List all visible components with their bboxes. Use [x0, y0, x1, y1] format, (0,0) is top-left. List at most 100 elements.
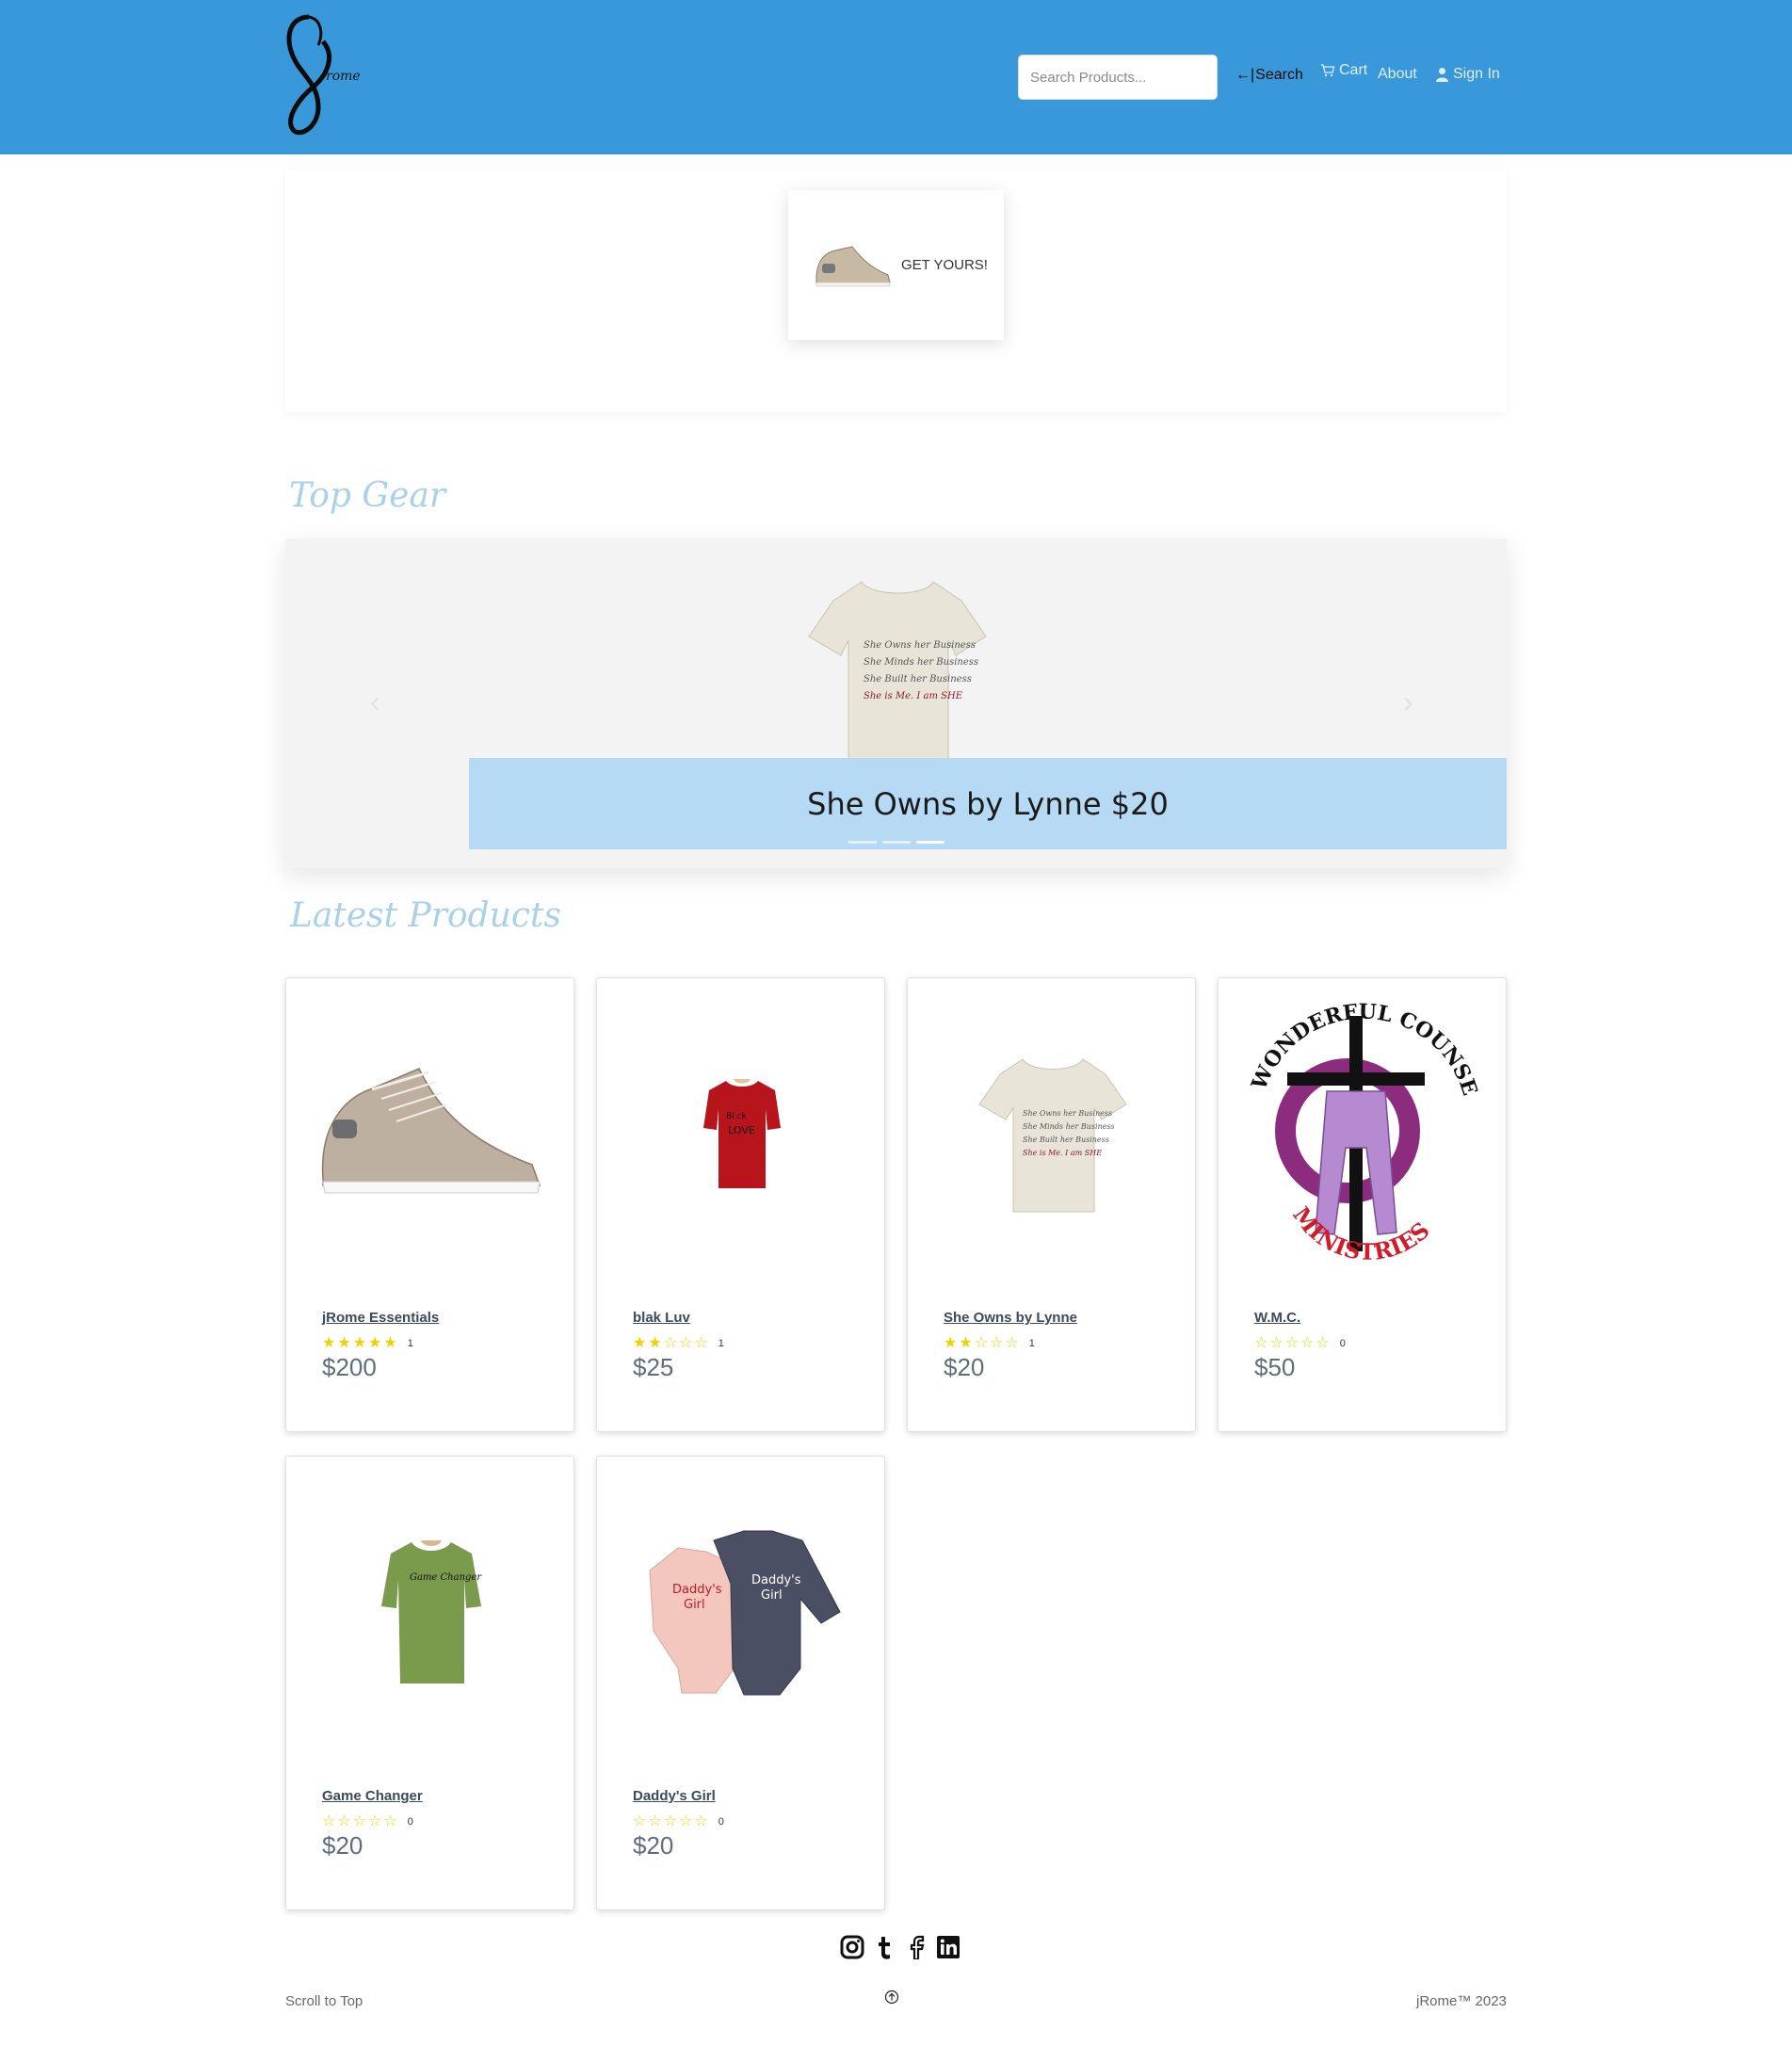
product-name-link[interactable]: blak Luv [633, 1310, 690, 1326]
product-image[interactable]: Daddy's Girl Daddy's Girl [597, 1457, 886, 1767]
product-price: $25 [633, 1353, 674, 1381]
product-card[interactable]: Game Changer Game Changer ☆ ☆ ☆ ☆ ☆ 0 $2… [285, 1456, 574, 1910]
star-empty-icon: ☆ [679, 1335, 693, 1351]
carousel-next-arrow[interactable]: › [1403, 685, 1413, 719]
star-empty-icon: ☆ [352, 1813, 367, 1829]
promo-cta-text: GET YOURS! [901, 257, 988, 273]
svg-text:She Minds her Business: She Minds her Business [1023, 1122, 1115, 1131]
svg-text:Daddy's: Daddy's [751, 1573, 801, 1587]
product-image[interactable]: She Owns her Business She Minds her Busi… [908, 978, 1197, 1289]
product-name-link[interactable]: Daddy's Girl [633, 1788, 716, 1804]
star-empty-icon: ☆ [1254, 1335, 1268, 1351]
facebook-icon[interactable] [904, 1935, 928, 1961]
product-name-link[interactable]: jRome Essentials [322, 1310, 439, 1326]
product-name-link[interactable]: Game Changer [322, 1788, 423, 1804]
svg-text:LOVE: LOVE [728, 1124, 755, 1136]
star-empty-icon: ☆ [633, 1813, 647, 1829]
linkedin-icon[interactable] [936, 1935, 961, 1959]
carousel-indicator-active[interactable] [916, 841, 944, 844]
star-empty-icon: ☆ [1300, 1335, 1315, 1351]
star-empty-icon: ☆ [1005, 1335, 1019, 1351]
green-shirt-product-image: Game Changer [380, 1540, 482, 1684]
product-image[interactable] [286, 978, 575, 1289]
review-count: 0 [718, 1816, 724, 1828]
onesies-product-image: Daddy's Girl Daddy's Girl [649, 1530, 841, 1696]
carousel-slide-image: She Owns her Business She Minds her Busi… [805, 574, 990, 765]
review-count: 1 [1028, 1338, 1035, 1349]
star-empty-icon: ☆ [1284, 1335, 1300, 1351]
carousel-indicator[interactable] [882, 841, 911, 844]
site-header: rome ←|Search Cart About Sign In [0, 0, 1792, 154]
star-filled-icon: ★ [322, 1335, 336, 1351]
product-card[interactable]: jRome Essentials ★ ★ ★ ★ ★ 1 $200 [285, 977, 574, 1432]
product-card[interactable]: WONDERFUL COUNSELOR MINISTRIES W.M.C. ☆ … [1218, 977, 1507, 1432]
ministries-logo-product-image: WONDERFUL COUNSELOR MINISTRIES [1236, 988, 1482, 1265]
star-filled-icon: ★ [648, 1335, 662, 1351]
carousel-caption-text: She Owns by Lynne $20 [807, 785, 1169, 822]
brand-logo[interactable]: rome [281, 13, 365, 140]
product-card[interactable]: Daddy's Girl Daddy's Girl Daddy's Girl ☆… [596, 1456, 885, 1910]
star-empty-icon: ☆ [1269, 1335, 1283, 1351]
user-icon [1436, 68, 1448, 82]
product-card[interactable]: Bl ck LOVE blak Luv ★ ★ ☆ ☆ ☆ 1 $25 [596, 977, 885, 1432]
nav-signin-link[interactable]: Sign In [1435, 66, 1500, 83]
search-button[interactable]: ←| Search [1235, 67, 1303, 84]
carousel-caption: She Owns by Lynne $20 [469, 758, 1507, 849]
tshirt-image: She Owns her Business She Minds her Busi… [808, 581, 987, 764]
product-name-link[interactable]: W.M.C. [1254, 1310, 1300, 1326]
product-rating: ★ ★ ☆ ☆ ☆ 1 [633, 1336, 724, 1351]
social-links [840, 1935, 961, 1961]
top-gear-carousel[interactable]: She Owns her Business She Minds her Busi… [285, 539, 1507, 868]
scroll-to-top-link[interactable]: Scroll to Top [285, 1993, 363, 2009]
copyright-text: jRome™ 2023 [1416, 1993, 1507, 2009]
scroll-up-icon[interactable] [884, 1990, 899, 2005]
product-rating: ☆ ☆ ☆ ☆ ☆ 0 [322, 1814, 413, 1829]
star-empty-icon: ☆ [694, 1335, 708, 1351]
star-empty-icon: ☆ [694, 1813, 708, 1829]
star-empty-icon: ☆ [663, 1813, 678, 1829]
star-empty-icon: ☆ [1316, 1335, 1330, 1351]
svg-text:She Built her Business: She Built her Business [864, 674, 972, 685]
carousel-indicators [848, 841, 944, 844]
svg-text:She Owns her Business: She Owns her Business [1023, 1109, 1112, 1118]
product-rating: ☆ ☆ ☆ ☆ ☆ 0 [633, 1814, 724, 1829]
svg-text:Daddy's: Daddy's [672, 1583, 722, 1597]
svg-text:She Minds her Business: She Minds her Business [864, 657, 978, 668]
nav-about-link[interactable]: About [1378, 66, 1417, 83]
search-input[interactable] [1018, 55, 1218, 100]
product-price: $20 [633, 1831, 674, 1860]
product-image[interactable]: Bl ck LOVE [597, 978, 886, 1289]
star-filled-icon: ★ [633, 1335, 647, 1351]
svg-text:She is Me. I am SHE: She is Me. I am SHE [864, 691, 963, 701]
star-empty-icon: ☆ [663, 1335, 678, 1351]
she-owns-shirt-product-image: She Owns her Business She Minds her Busi… [977, 1058, 1127, 1213]
promo-card[interactable]: GET YOURS! [788, 190, 1004, 340]
review-count: 1 [718, 1338, 724, 1349]
star-filled-icon: ★ [352, 1335, 367, 1351]
star-filled-icon: ★ [337, 1335, 351, 1351]
product-image[interactable]: Game Changer [286, 1457, 575, 1767]
star-rating: ★ ★ ☆ ☆ ☆ [633, 1336, 708, 1351]
svg-text:She Owns her Business: She Owns her Business [864, 640, 976, 651]
product-price: $50 [1254, 1353, 1296, 1381]
search-button-label: Search [1255, 67, 1303, 83]
carousel-prev-arrow[interactable]: ‹ [370, 685, 380, 719]
product-name-link[interactable]: She Owns by Lynne [944, 1310, 1077, 1326]
product-price: $200 [322, 1353, 377, 1381]
star-empty-icon: ☆ [383, 1813, 397, 1829]
tumblr-icon[interactable] [872, 1935, 896, 1959]
instagram-icon[interactable] [840, 1935, 864, 1959]
star-filled-icon: ★ [959, 1335, 973, 1351]
product-card[interactable]: She Owns her Business She Minds her Busi… [907, 977, 1196, 1432]
svg-text:Game Changer: Game Changer [410, 1572, 482, 1583]
svg-text:Girl: Girl [684, 1598, 705, 1612]
star-rating: ★ ★ ★ ★ ★ [322, 1336, 397, 1351]
nav-cart-link[interactable]: Cart [1320, 62, 1367, 79]
product-rating: ★ ★ ☆ ☆ ☆ 1 [944, 1336, 1035, 1351]
star-empty-icon: ☆ [974, 1335, 989, 1351]
star-rating: ☆ ☆ ☆ ☆ ☆ [322, 1814, 397, 1829]
top-gear-heading: Top Gear [289, 476, 446, 515]
sneaker-image [815, 245, 891, 286]
product-image[interactable]: WONDERFUL COUNSELOR MINISTRIES [1219, 978, 1508, 1289]
carousel-indicator[interactable] [848, 841, 877, 844]
